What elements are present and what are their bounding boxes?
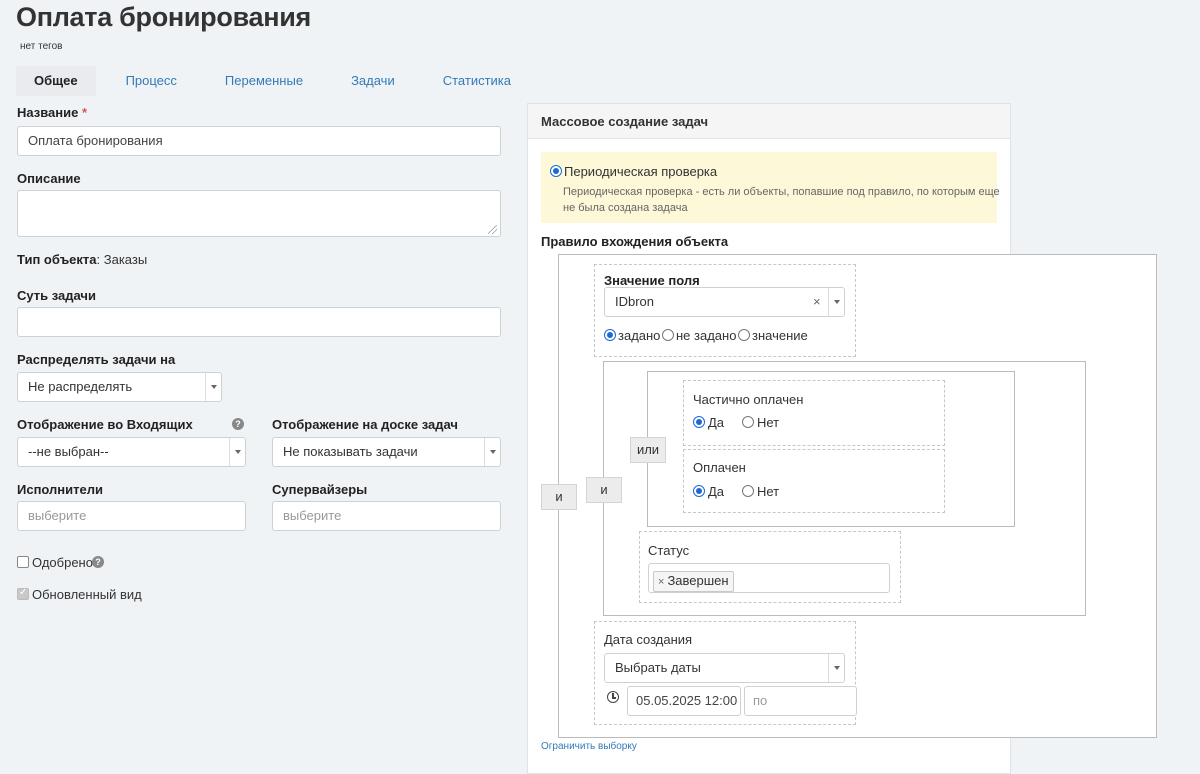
- chevron-down-icon: [828, 654, 844, 682]
- distribute-select-value: Не распределять: [28, 379, 133, 394]
- chevron-down-icon: [205, 373, 221, 401]
- tab-tasks[interactable]: Задачи: [333, 66, 413, 96]
- chevron-down-icon: [828, 288, 844, 316]
- partially-paid-no-label: Нет: [757, 415, 780, 430]
- paid-label: Оплачен: [693, 460, 746, 475]
- page-title: Оплата бронирования: [16, 2, 311, 32]
- description-label: Описание: [17, 171, 81, 186]
- board-label: Отображение на доске задач: [272, 417, 458, 432]
- approved-checkbox[interactable]: [17, 556, 29, 568]
- required-mark: *: [82, 105, 88, 120]
- field-value-label: Значение поля: [604, 273, 700, 288]
- partially-paid-label: Частично оплачен: [693, 392, 804, 407]
- help-icon[interactable]: ?: [92, 556, 104, 568]
- essence-label: Суть задачи: [17, 288, 96, 303]
- board-select-value: Не показывать задачи: [283, 444, 418, 459]
- chevron-down-icon: [484, 438, 500, 466]
- chevron-down-icon: [229, 438, 245, 466]
- status-multiselect[interactable]: × Завершен: [648, 563, 890, 593]
- partially-paid-no-radio[interactable]: [742, 416, 754, 428]
- or-button[interactable]: или: [630, 437, 666, 463]
- supervisors-input[interactable]: выберите: [272, 501, 501, 531]
- opt-not-set-label: не задано: [676, 328, 737, 343]
- opt-set-radio[interactable]: [604, 329, 616, 341]
- periodic-desc-1: Периодическая проверка - есть ли объекты…: [563, 186, 1000, 198]
- date-created-label: Дата создания: [604, 632, 693, 647]
- paid-yes-radio[interactable]: [693, 485, 705, 497]
- approved-label: Одобрено: [32, 555, 93, 570]
- clear-icon[interactable]: ×: [813, 288, 821, 316]
- tab-variables[interactable]: Переменные: [207, 66, 321, 96]
- opt-not-set-radio[interactable]: [662, 329, 674, 341]
- help-icon[interactable]: ?: [232, 418, 244, 430]
- board-select[interactable]: Не показывать задачи: [272, 437, 501, 467]
- object-type: Тип объекта: Заказы: [17, 252, 147, 267]
- resize-handle-icon[interactable]: [488, 225, 497, 234]
- tab-bar: Общее Процесс Переменные Задачи Статисти…: [16, 66, 541, 96]
- clock-hand: [612, 697, 616, 699]
- updated-view-checkbox[interactable]: [17, 587, 29, 600]
- description-textarea[interactable]: [17, 190, 501, 237]
- distribute-select[interactable]: Не распределять: [17, 372, 222, 402]
- status-chip: × Завершен: [653, 571, 734, 592]
- inbox-select[interactable]: --не выбран--: [17, 437, 246, 467]
- paid-no-label: Нет: [757, 484, 780, 499]
- tags-label[interactable]: нет тегов: [20, 41, 62, 52]
- status-chip-label: Завершен: [667, 573, 729, 588]
- chip-remove-icon[interactable]: ×: [658, 576, 664, 588]
- opt-set-label: задано: [618, 328, 661, 343]
- supervisors-label: Супервайзеры: [272, 482, 368, 497]
- partially-paid-condition: [683, 380, 945, 446]
- date-created-select[interactable]: Выбрать даты: [604, 653, 845, 683]
- field-value-select[interactable]: IDbron ×: [604, 287, 845, 317]
- paid-yes-label: Да: [708, 484, 725, 499]
- executors-label: Исполнители: [17, 482, 103, 497]
- inbox-select-value: --не выбран--: [28, 444, 109, 459]
- paid-condition: [683, 449, 945, 513]
- tab-statistics[interactable]: Статистика: [425, 66, 529, 96]
- executors-input[interactable]: выберите: [17, 501, 246, 531]
- periodic-radio[interactable]: [550, 165, 562, 177]
- mass-creation-header: Массовое создание задач: [527, 103, 1011, 139]
- date-from-input[interactable]: 05.05.2025 12:00: [627, 686, 741, 716]
- field-value-select-value: IDbron: [615, 294, 655, 309]
- opt-value-radio[interactable]: [738, 329, 750, 341]
- periodic-label: Периодическая проверка: [564, 164, 718, 179]
- tab-process[interactable]: Процесс: [108, 66, 195, 96]
- distribute-label: Распределять задачи на: [17, 352, 176, 367]
- name-label-text: Название: [17, 105, 79, 120]
- tab-general[interactable]: Общее: [16, 66, 96, 96]
- outer-and-button[interactable]: и: [541, 484, 577, 510]
- updated-view-label: Обновленный вид: [32, 587, 142, 602]
- opt-value-label: значение: [752, 328, 808, 343]
- name-input[interactable]: Оплата бронирования: [17, 126, 501, 156]
- inbox-label: Отображение во Входящих: [17, 417, 193, 432]
- object-type-value: : Заказы: [96, 252, 148, 267]
- clock-icon: [607, 691, 619, 703]
- limit-selection-link[interactable]: Ограничить выборку: [541, 741, 637, 752]
- partially-paid-yes-label: Да: [708, 415, 725, 430]
- partially-paid-yes-radio[interactable]: [693, 416, 705, 428]
- status-label: Статус: [648, 543, 690, 558]
- rule-label: Правило вхождения объекта: [541, 234, 729, 249]
- date-created-select-value: Выбрать даты: [615, 660, 701, 675]
- date-to-input[interactable]: по: [744, 686, 857, 716]
- periodic-desc-2: не была создана задача: [563, 202, 688, 214]
- inner-and-button[interactable]: и: [586, 477, 622, 503]
- object-type-label: Тип объекта: [17, 252, 97, 267]
- name-label: Название *: [17, 105, 87, 120]
- essence-input[interactable]: [17, 307, 501, 337]
- paid-no-radio[interactable]: [742, 485, 754, 497]
